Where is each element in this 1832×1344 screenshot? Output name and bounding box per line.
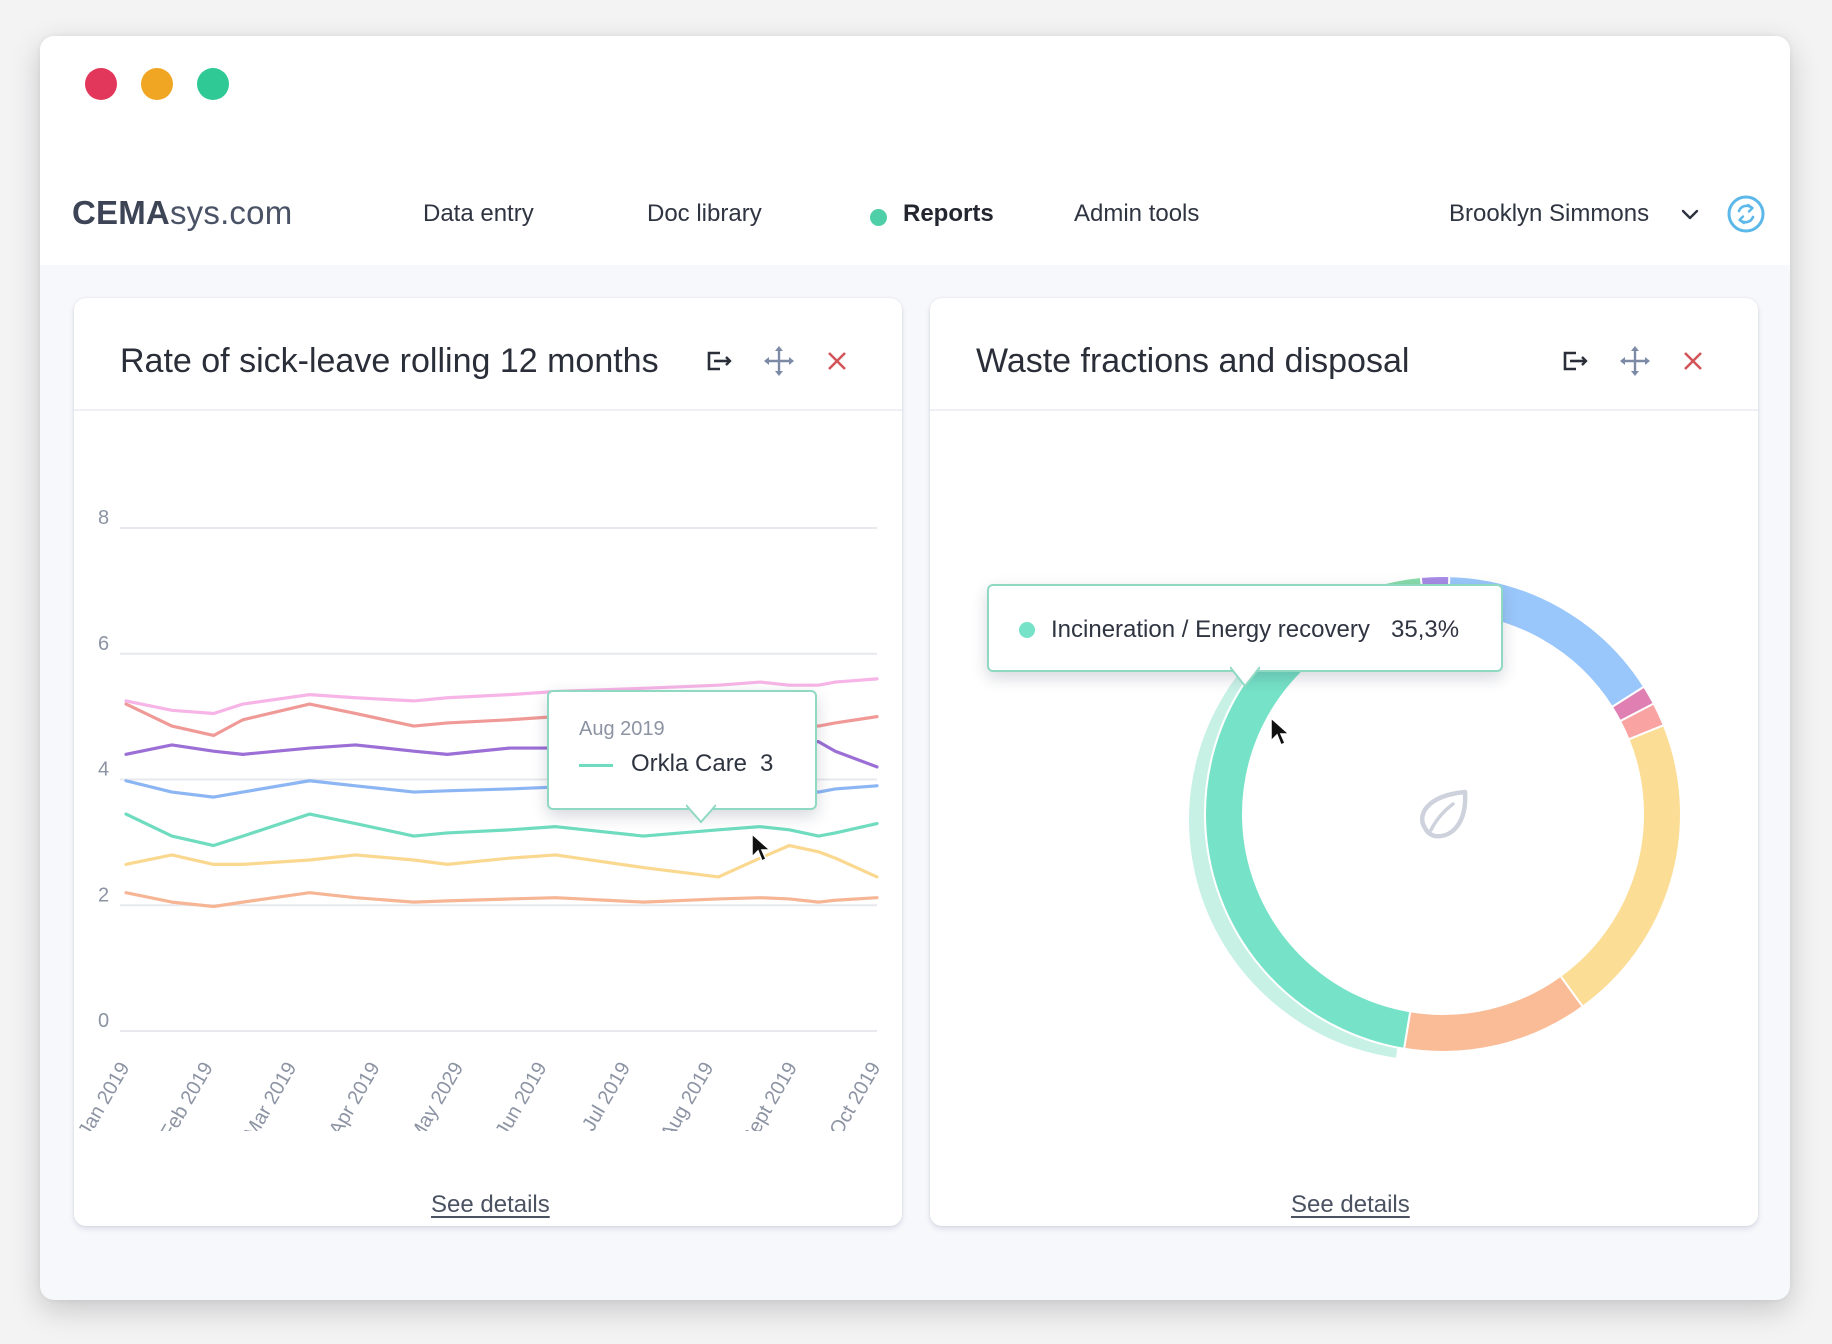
nav-data-entry[interactable]: Data entry bbox=[423, 200, 534, 228]
card-title: Rate of sick-leave rolling 12 months bbox=[120, 342, 659, 380]
line-chart-tooltip: Aug 2019 Orkla Care 3 bbox=[547, 690, 817, 810]
nav-reports[interactable]: Reports bbox=[870, 200, 994, 228]
tooltip-value: 35,3% bbox=[1391, 616, 1460, 643]
donut-chart bbox=[1189, 575, 1682, 1058]
y-tick-label: 4 bbox=[98, 759, 109, 781]
tooltip-color-dot bbox=[1019, 622, 1035, 638]
app-window: CEMAsys.com Data entry Doc library Repor… bbox=[40, 36, 1790, 1300]
x-tick-label: Feb 2019 bbox=[156, 1059, 217, 1132]
export-icon[interactable] bbox=[1558, 344, 1592, 378]
mouse-cursor-icon bbox=[751, 832, 772, 863]
x-tick-label: Mar 2019 bbox=[240, 1059, 301, 1132]
waste-card: Waste fractions and disposal Incineratio… bbox=[930, 298, 1758, 1226]
y-tick-label: 8 bbox=[98, 507, 109, 529]
export-icon[interactable] bbox=[702, 344, 736, 378]
window-minimize-button[interactable] bbox=[141, 68, 173, 100]
tooltip-label: Incineration / Energy recovery bbox=[1051, 616, 1370, 643]
active-indicator-dot bbox=[870, 209, 887, 226]
tooltip-series-swatch bbox=[579, 764, 613, 767]
donut-slice[interactable] bbox=[1402, 974, 1585, 1053]
window-close-button[interactable] bbox=[85, 68, 117, 100]
chevron-down-icon[interactable] bbox=[1677, 202, 1703, 228]
x-tick-label: Oct 2019 bbox=[826, 1059, 886, 1132]
donut-slice[interactable] bbox=[1204, 639, 1412, 1050]
card-title: Waste fractions and disposal bbox=[976, 342, 1410, 380]
nav-doc-library[interactable]: Doc library bbox=[647, 200, 762, 228]
x-tick-label: Aug 2019 bbox=[657, 1059, 719, 1132]
y-tick-label: 0 bbox=[98, 1010, 109, 1032]
tooltip-value: 3 bbox=[760, 750, 774, 777]
leaf-icon bbox=[1419, 789, 1468, 839]
logo-bold: CEMA bbox=[72, 194, 170, 231]
nav-reports-label: Reports bbox=[903, 200, 994, 227]
donut-tooltip: Incineration / Energy recovery 35,3% bbox=[987, 584, 1503, 672]
tooltip-pointer bbox=[1230, 666, 1260, 688]
nav-admin-tools[interactable]: Admin tools bbox=[1074, 200, 1199, 228]
close-icon[interactable] bbox=[820, 344, 854, 378]
y-tick-label: 6 bbox=[98, 633, 109, 655]
logo-light: sys.com bbox=[169, 194, 293, 231]
refresh-icon[interactable] bbox=[1726, 194, 1766, 234]
window-maximize-button[interactable] bbox=[197, 68, 229, 100]
move-icon[interactable] bbox=[1618, 344, 1652, 378]
x-tick-label: Sept 2019 bbox=[737, 1059, 802, 1132]
donut-slice[interactable] bbox=[1558, 723, 1682, 1009]
user-name[interactable]: Brooklyn Simmons bbox=[1449, 200, 1649, 228]
x-tick-label: Jun 2019 bbox=[491, 1059, 551, 1132]
see-details-link[interactable]: See details bbox=[1291, 1191, 1410, 1219]
x-tick-label: Jul 2019 bbox=[578, 1059, 635, 1132]
mouse-cursor-icon bbox=[1270, 716, 1291, 747]
x-tick-label: Jan 2019 bbox=[74, 1059, 134, 1132]
sick-leave-card: Rate of sick-leave rolling 12 months 0 2 4… bbox=[74, 298, 902, 1226]
tooltip-date: Aug 2019 bbox=[579, 718, 665, 740]
move-icon[interactable] bbox=[762, 344, 796, 378]
logo[interactable]: CEMAsys.com bbox=[72, 194, 292, 232]
x-tick-label: May 2029 bbox=[405, 1059, 468, 1132]
see-details-link[interactable]: See details bbox=[431, 1191, 550, 1219]
close-icon[interactable] bbox=[1676, 344, 1710, 378]
tooltip-pointer bbox=[686, 804, 716, 824]
x-tick-label: Apr 2019 bbox=[325, 1059, 385, 1132]
header-bar: CEMAsys.com Data entry Doc library Repor… bbox=[40, 36, 1790, 265]
y-tick-label: 2 bbox=[98, 884, 109, 906]
tooltip-series-name: Orkla Care bbox=[631, 750, 748, 777]
